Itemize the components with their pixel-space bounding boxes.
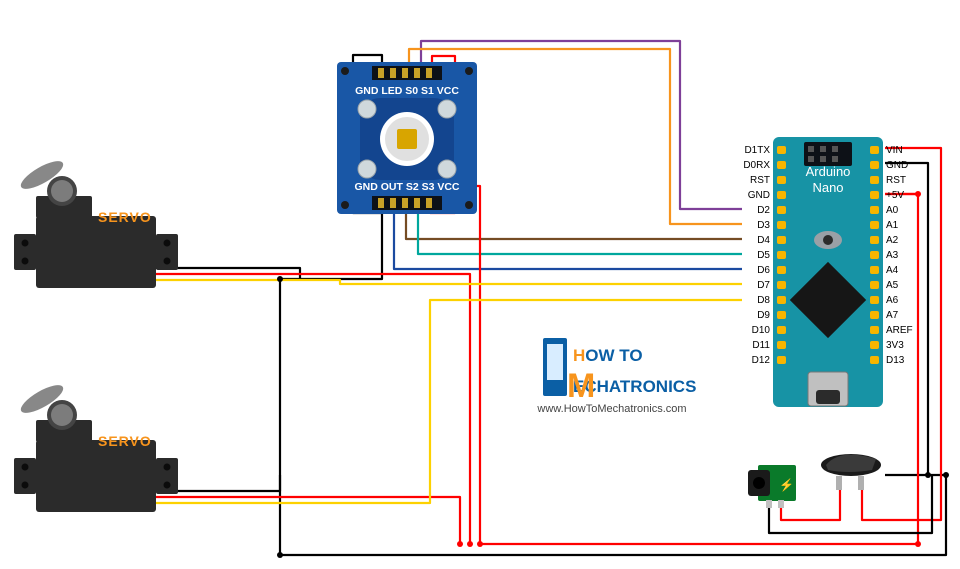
svg-text:A2: A2 [886,235,899,246]
svg-text:D0RX: D0RX [743,160,770,171]
nano-left-labels: D1TX D0RX RST GND D2 D3 D4 D5 D6 D7 D8 D9 D10 D… [743,145,770,366]
svg-text:VIN: VIN [886,145,903,156]
svg-text:D2: D2 [757,205,770,216]
logo-h: H [573,346,585,365]
sensor-bottom-pins-label: GND OUT S2 S3 VCC [354,181,459,193]
servo-bottom: SERVO [14,380,178,512]
svg-text:D6: D6 [757,265,770,276]
svg-text:A0: A0 [886,205,899,216]
svg-text:A7: A7 [886,310,899,321]
nano-right-pads [870,146,879,364]
svg-text:GND: GND [748,190,770,201]
arduino-nano: Arduino Nano [743,137,912,407]
svg-text:D11: D11 [752,340,770,351]
color-sensor: GND LED S0 S1 VCC GND OUT S2 S3 VCC [337,62,477,214]
svg-text:D12: D12 [752,355,771,366]
wiring-diagram: GND LED S0 S1 VCC GND OUT S2 S3 VCC SERV… [0,0,960,569]
svg-text:D5: D5 [757,250,770,261]
servo-top-label: SERVO [98,209,152,225]
svg-text:D13: D13 [886,355,905,366]
svg-text:A4: A4 [886,265,899,276]
svg-text:D7: D7 [757,280,770,291]
svg-text:D1TX: D1TX [744,145,770,156]
servo-top: SERVO [14,156,178,288]
dc-power-jack: ⚡ [748,465,796,508]
logo-m: M [567,367,595,405]
svg-text:D3: D3 [757,220,770,231]
svg-text:RST: RST [750,175,770,186]
svg-text:3V3: 3V3 [886,340,904,351]
logo-howto: OW TO [585,346,642,365]
svg-text:A6: A6 [886,295,899,306]
svg-text:⚡: ⚡ [779,478,794,492]
svg-text:HOW TO: HOW TO [573,346,643,365]
arduino-title-2: Nano [812,180,843,195]
arduino-title-1: Arduino [806,164,851,179]
svg-text:D9: D9 [757,310,770,321]
nano-left-pads [777,146,786,364]
svg-text:AREF: AREF [886,325,913,336]
svg-text:A5: A5 [886,280,899,291]
svg-text:GND: GND [886,160,908,171]
howtomechatronics-logo: HOW TO ECHATRONICS M www.HowToMechatroni… [536,338,696,415]
svg-text:D4: D4 [757,235,770,246]
svg-text:RST: RST [886,175,906,186]
nano-right-labels: VIN GND RST +5V A0 A1 A2 A3 A4 A5 A6 A7 AREF 3V… [886,145,913,366]
svg-text:A3: A3 [886,250,899,261]
svg-text:D10: D10 [752,325,771,336]
svg-text:A1: A1 [886,220,899,231]
svg-text:+5V: +5V [886,190,904,201]
rocker-switch [821,454,881,490]
sensor-top-pins-label: GND LED S0 S1 VCC [355,85,459,97]
servo-bottom-label: SERVO [98,433,152,449]
logo-url: www.HowToMechatronics.com [536,403,686,415]
svg-text:D8: D8 [757,295,770,306]
